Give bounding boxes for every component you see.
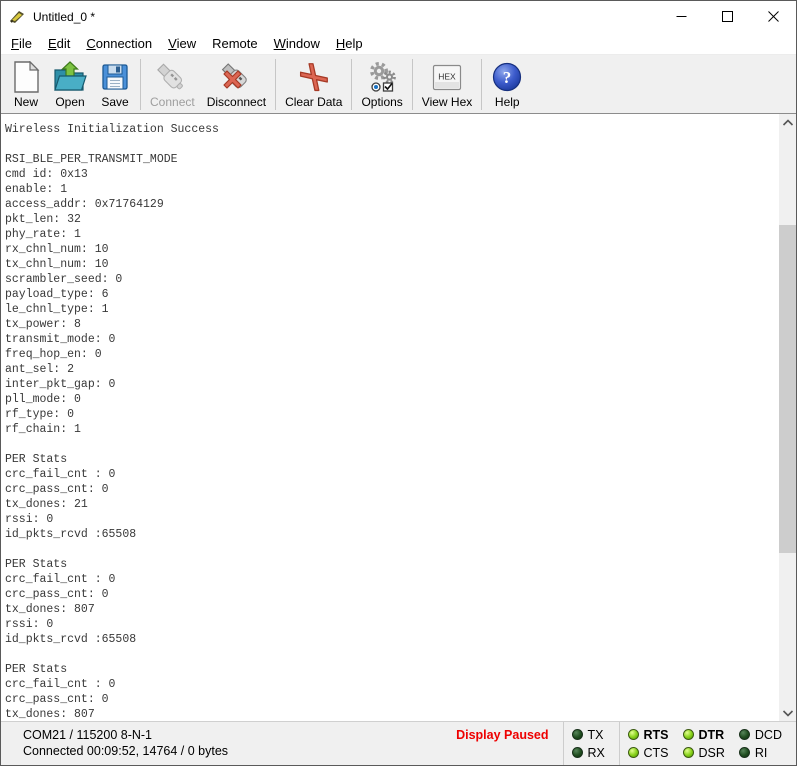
toolbar-separator <box>140 59 141 110</box>
ri-indicator: RI <box>739 745 782 761</box>
menu-file[interactable]: File <box>3 34 40 53</box>
floppy-disk-icon <box>99 60 131 94</box>
blue-question-icon: ? <box>491 60 523 94</box>
hex-box-icon: HEX <box>431 60 463 94</box>
dsr-indicator: DSR <box>683 745 725 761</box>
hex-icon-text: HEX <box>438 72 456 82</box>
rts-cts-column: RTS CTS <box>628 727 669 761</box>
toolbar-separator <box>275 59 276 110</box>
options-button[interactable]: Options <box>355 58 408 111</box>
dsr-led-icon <box>683 747 694 758</box>
new-button[interactable]: New <box>5 58 47 111</box>
usb-plug-red-x-icon <box>218 60 254 94</box>
dcd-ri-column: DCD RI <box>739 727 782 761</box>
dtr-label: DTR <box>699 728 725 742</box>
toolbar-separator <box>351 59 352 110</box>
disconnect-button-label: Disconnect <box>207 95 266 109</box>
maximize-button[interactable] <box>704 1 750 32</box>
connection-info: COM21 / 115200 8-N-1 Connected 00:09:52,… <box>1 722 228 765</box>
open-folder-arrow-icon <box>53 60 87 94</box>
coolterm-window: Untitled_0 * File Edit Connection View R… <box>0 0 797 766</box>
red-x-icon <box>297 60 331 94</box>
connection-time-text: Connected 00:09:52, 14764 / 0 bytes <box>23 743 228 759</box>
display-paused-text: Display Paused <box>456 722 562 765</box>
terminal-area: Wireless Initialization Success RSI_BLE_… <box>1 114 796 721</box>
usb-plug-icon <box>155 60 189 94</box>
menu-help[interactable]: Help <box>328 34 371 53</box>
terminal-output[interactable]: Wireless Initialization Success RSI_BLE_… <box>1 114 779 721</box>
rx-led-icon <box>572 747 583 758</box>
window-title: Untitled_0 * <box>33 10 95 24</box>
disconnect-button[interactable]: Disconnect <box>201 58 272 111</box>
open-button-label: Open <box>55 95 84 109</box>
new-button-label: New <box>14 95 38 109</box>
blank-page-icon <box>12 60 40 94</box>
menu-edit[interactable]: Edit <box>40 34 78 53</box>
save-button[interactable]: Save <box>93 58 137 111</box>
tx-indicator: TX <box>572 727 604 743</box>
close-button[interactable] <box>750 1 796 32</box>
tx-led-icon <box>572 729 583 740</box>
connect-button[interactable]: Connect <box>144 58 201 111</box>
cts-label: CTS <box>644 746 669 760</box>
scrollbar-track[interactable] <box>779 131 796 704</box>
clear-data-button[interactable]: Clear Data <box>279 58 348 111</box>
dcd-label: DCD <box>755 728 782 742</box>
svg-text:?: ? <box>503 68 512 87</box>
view-hex-button-label: View Hex <box>422 95 472 109</box>
rx-label: RX <box>588 746 605 760</box>
scroll-down-button[interactable] <box>779 704 796 721</box>
signal-led-panel: RTS CTS DTR DSR <box>619 722 791 765</box>
status-bar: COM21 / 115200 8-N-1 Connected 00:09:52,… <box>1 721 796 765</box>
connect-button-label: Connect <box>150 95 195 109</box>
rx-indicator: RX <box>572 745 605 761</box>
ri-led-icon <box>739 747 750 758</box>
txrx-led-panel: TX RX <box>563 722 619 765</box>
tx-label: TX <box>588 728 604 742</box>
toolbar: New Open <box>1 55 796 114</box>
rts-indicator[interactable]: RTS <box>628 727 669 743</box>
title-bar: Untitled_0 * <box>1 1 796 32</box>
menu-window[interactable]: Window <box>266 34 328 53</box>
dtr-indicator[interactable]: DTR <box>683 727 725 743</box>
clear-data-button-label: Clear Data <box>285 95 342 109</box>
window-controls <box>658 1 796 32</box>
port-settings-text: COM21 / 115200 8-N-1 <box>23 727 228 743</box>
help-button[interactable]: ? Help <box>485 58 529 111</box>
menu-view[interactable]: View <box>160 34 204 53</box>
vertical-scrollbar[interactable] <box>779 114 796 721</box>
app-logo-icon[interactable] <box>9 9 27 25</box>
dcd-indicator: DCD <box>739 727 782 743</box>
view-hex-button[interactable]: HEX View Hex <box>416 58 478 111</box>
rts-led-icon <box>628 729 639 740</box>
help-button-label: Help <box>495 95 520 109</box>
gears-settings-icon <box>366 60 398 94</box>
dcd-led-icon <box>739 729 750 740</box>
rts-label: RTS <box>644 728 669 742</box>
dtr-dsr-column: DTR DSR <box>683 727 725 761</box>
toolbar-separator <box>481 59 482 110</box>
menu-remote[interactable]: Remote <box>204 34 266 53</box>
menu-connection[interactable]: Connection <box>78 34 160 53</box>
cts-indicator: CTS <box>628 745 669 761</box>
open-button[interactable]: Open <box>47 58 93 111</box>
ri-label: RI <box>755 746 768 760</box>
dtr-led-icon <box>683 729 694 740</box>
minimize-button[interactable] <box>658 1 704 32</box>
scroll-up-button[interactable] <box>779 114 796 131</box>
save-button-label: Save <box>101 95 128 109</box>
menu-bar: File Edit Connection View Remote Window … <box>1 32 796 55</box>
scrollbar-thumb[interactable] <box>779 225 796 553</box>
toolbar-separator <box>412 59 413 110</box>
dsr-label: DSR <box>699 746 725 760</box>
cts-led-icon <box>628 747 639 758</box>
options-button-label: Options <box>361 95 402 109</box>
